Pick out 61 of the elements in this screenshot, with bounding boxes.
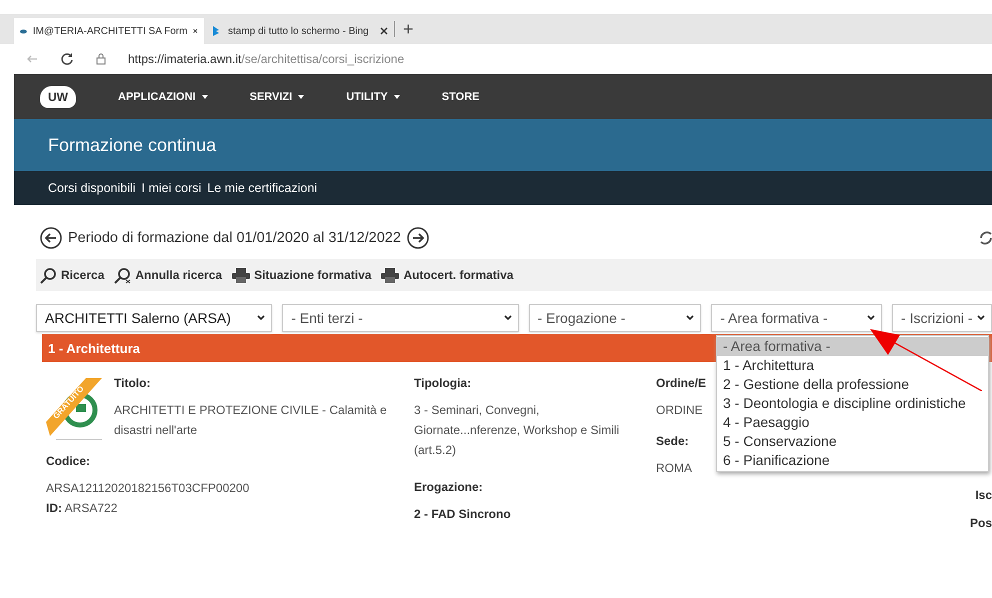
chevron-down-icon	[867, 315, 876, 321]
toolbar-button[interactable]: Autocert. formativa	[381, 268, 514, 282]
page-title: Formazione continua	[48, 134, 216, 156]
subnav-link[interactable]: I miei corsi	[142, 181, 202, 195]
field-label: Sede:	[656, 434, 689, 448]
lock-icon	[96, 53, 106, 65]
close-icon[interactable]	[193, 27, 198, 35]
select-field[interactable]: - Enti terzi -	[282, 304, 518, 332]
course-id: ID: ARSA722	[46, 500, 118, 517]
browser-tab[interactable]: stamp di tutto lo schermo - Bing	[204, 18, 394, 44]
select-field[interactable]: - Iscrizioni -	[892, 304, 992, 332]
dropdown-option[interactable]: 3 - Deontologia e discipline ordinistiche	[717, 394, 988, 413]
chevron-down-icon	[686, 315, 694, 321]
order-value: ORDINE	[656, 402, 703, 419]
select-field[interactable]: - Area formativa -	[711, 304, 882, 332]
select-field[interactable]: ARCHITETTI Salerno (ARSA)	[36, 304, 272, 332]
subnav-link[interactable]: Le mie certificazioni	[207, 181, 318, 195]
toolbar-button[interactable]: Ricerca	[40, 266, 104, 284]
field-label: Erogazione:	[414, 480, 484, 494]
field-label: Codice:	[46, 454, 92, 468]
printer-icon	[232, 268, 250, 282]
dropdown-option[interactable]: 5 - Conservazione	[717, 432, 988, 451]
course-type: 3 - Seminari, Convegni, Giornate...nferenze, Workshop e Simili (art.5.2)	[414, 402, 620, 459]
field-label: Titolo:	[114, 376, 152, 390]
delivery-value: 2 - FAD Sincrono	[414, 506, 512, 523]
chevron-down-icon	[257, 315, 266, 321]
dropdown-option[interactable]: 6 - Pianificazione	[717, 451, 988, 470]
course-logo-drawing	[46, 376, 104, 440]
dropdown-option[interactable]: 2 - Gestione della professione	[717, 375, 988, 394]
field-label: Isc	[975, 488, 992, 502]
group-title: 1 - Architettura	[48, 340, 140, 356]
clear-search-icon	[114, 266, 132, 284]
printer-icon	[381, 268, 400, 282]
search-icon	[40, 266, 57, 284]
url-field[interactable]: https://imateria.awn.it/se/architettisa/corsi_iscrizione	[128, 52, 404, 66]
nav-menu-item[interactable]: UTILITY	[346, 90, 400, 102]
chevron-down-icon	[504, 315, 512, 321]
nav-menu-item[interactable]: SERVIZI	[250, 90, 304, 102]
chevron-down-icon	[977, 315, 986, 321]
toolbar-button[interactable]: Situazione formativa	[232, 268, 372, 282]
place-value: ROMA	[656, 460, 692, 477]
period-text: Periodo di formazione dal 01/01/2020 al 31/12/2022	[68, 230, 401, 246]
field-label: Pos	[970, 516, 992, 530]
course-code: ARSA12112020182156T03CFP00200	[46, 480, 250, 497]
field-label: Tipologia:	[414, 376, 472, 390]
cloud-logo[interactable]: UW	[40, 86, 76, 108]
select-field[interactable]: - Erogazione -	[528, 304, 702, 332]
dropdown-option[interactable]: 4 - Paesaggio	[717, 413, 988, 432]
reload-icon[interactable]	[60, 52, 74, 66]
toolbar-button[interactable]: Annulla ricerca	[114, 266, 222, 284]
browser-tab[interactable]: IM@TERIA-ARCHITETTI SA Form	[14, 18, 204, 44]
close-icon[interactable]	[380, 27, 388, 35]
subnav-link[interactable]: Corsi disponibili	[48, 181, 136, 195]
course-title: ARCHITETTI E PROTEZIONE CIVILE - Calamità e disastri nell'arte	[114, 402, 388, 439]
refresh-icon[interactable]	[980, 229, 992, 247]
dropdown-option[interactable]: 1 - Architettura	[717, 356, 988, 375]
field-label: Ordine/E	[656, 376, 706, 390]
new-tab-button[interactable]: +	[394, 21, 422, 37]
dropdown-option[interactable]: - Area formativa -	[717, 337, 988, 356]
nav-menu-item[interactable]: STORE	[442, 90, 480, 102]
nav-menu-item[interactable]: APPLICAZIONI	[118, 90, 208, 102]
